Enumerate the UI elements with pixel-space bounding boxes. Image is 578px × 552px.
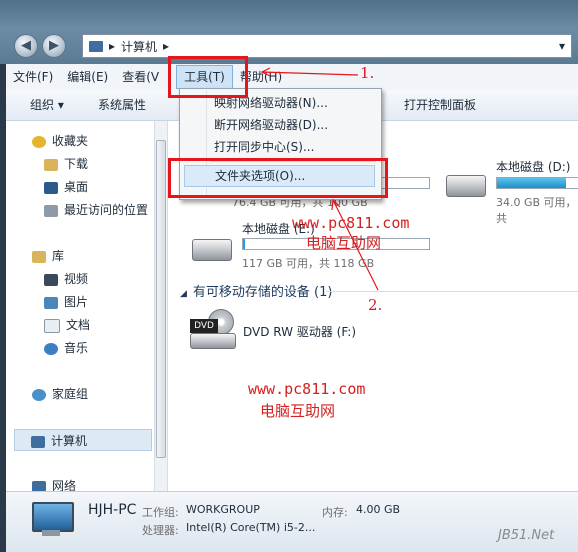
computer-large-icon [28, 502, 74, 538]
watermark-name-1: 电脑互助网 [306, 234, 382, 252]
pc-name: HJH-PC [88, 502, 137, 518]
memory-label: 内存: [322, 506, 348, 519]
workgroup-value: WORKGROUP [186, 503, 260, 516]
workgroup-label: 工作组: [142, 506, 179, 519]
watermark-url-2: www.pc811.com [248, 380, 366, 398]
watermark-url-1: www.pc811.com [292, 214, 410, 232]
cpu-value: Intel(R) Core(TM) i5-2... [186, 521, 316, 534]
annotation-step2: 2. [368, 296, 383, 314]
annotation-step1: 1. [360, 64, 375, 82]
details-pane: HJH-PC 工作组: WORKGROUP 内存: 4.00 GB 处理器: I… [6, 491, 578, 552]
annotation-arrows [260, 67, 379, 291]
cpu-label: 处理器: [142, 524, 179, 537]
arrow-step1 [261, 71, 359, 76]
watermark-jb51: JB51.Net [498, 528, 555, 543]
watermark-name-2: 电脑互助网 [260, 402, 336, 420]
memory-value: 4.00 GB [356, 503, 401, 516]
